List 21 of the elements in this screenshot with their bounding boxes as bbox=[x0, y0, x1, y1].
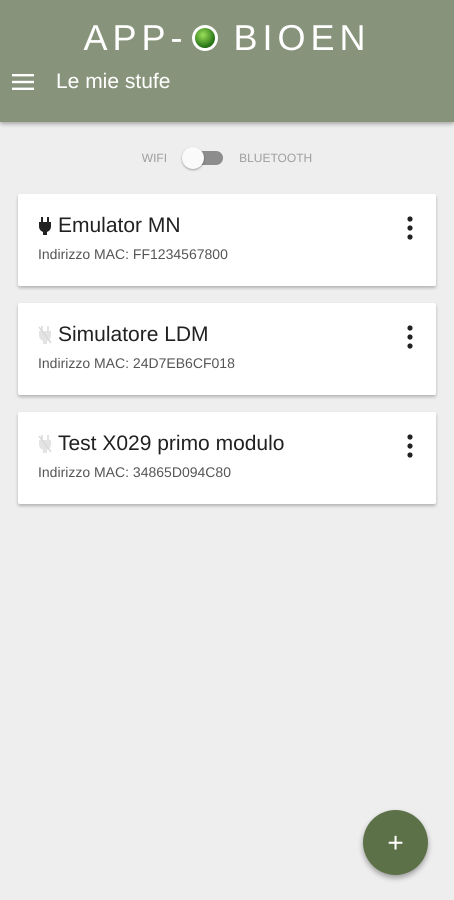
device-name: Simulatore LDM bbox=[58, 323, 209, 347]
mac-address: Indirizzo MAC: 34865D094C80 bbox=[38, 464, 232, 480]
mac-address: Indirizzo MAC: 24D7EB6CF018 bbox=[38, 355, 235, 371]
logo-text: APP- bbox=[83, 18, 188, 58]
logo-ball-icon bbox=[190, 23, 220, 53]
more-options-icon[interactable] bbox=[407, 325, 413, 349]
more-options-icon[interactable] bbox=[407, 434, 413, 458]
mac-address: Indirizzo MAC: FF1234567800 bbox=[38, 246, 228, 262]
page-title: Le mie stufe bbox=[56, 70, 170, 94]
device-card[interactable]: Simulatore LDM Indirizzo MAC: 24D7EB6CF018 bbox=[18, 303, 436, 395]
wifi-label: WIFI bbox=[142, 151, 168, 165]
device-card[interactable]: Emulator MN Indirizzo MAC: FF1234567800 bbox=[18, 194, 436, 286]
device-name: Emulator MN bbox=[58, 214, 181, 238]
logo-text: BIOEN bbox=[234, 18, 371, 58]
device-card[interactable]: Test X029 primo modulo Indirizzo MAC: 34865D094C80 bbox=[18, 412, 436, 504]
device-name: Test X029 primo modulo bbox=[58, 432, 284, 456]
more-options-icon[interactable] bbox=[407, 216, 413, 240]
bluetooth-label: BLUETOOTH bbox=[239, 151, 312, 165]
menu-icon[interactable] bbox=[12, 74, 34, 90]
mode-switch[interactable] bbox=[181, 145, 226, 171]
add-button[interactable]: + bbox=[363, 810, 428, 875]
